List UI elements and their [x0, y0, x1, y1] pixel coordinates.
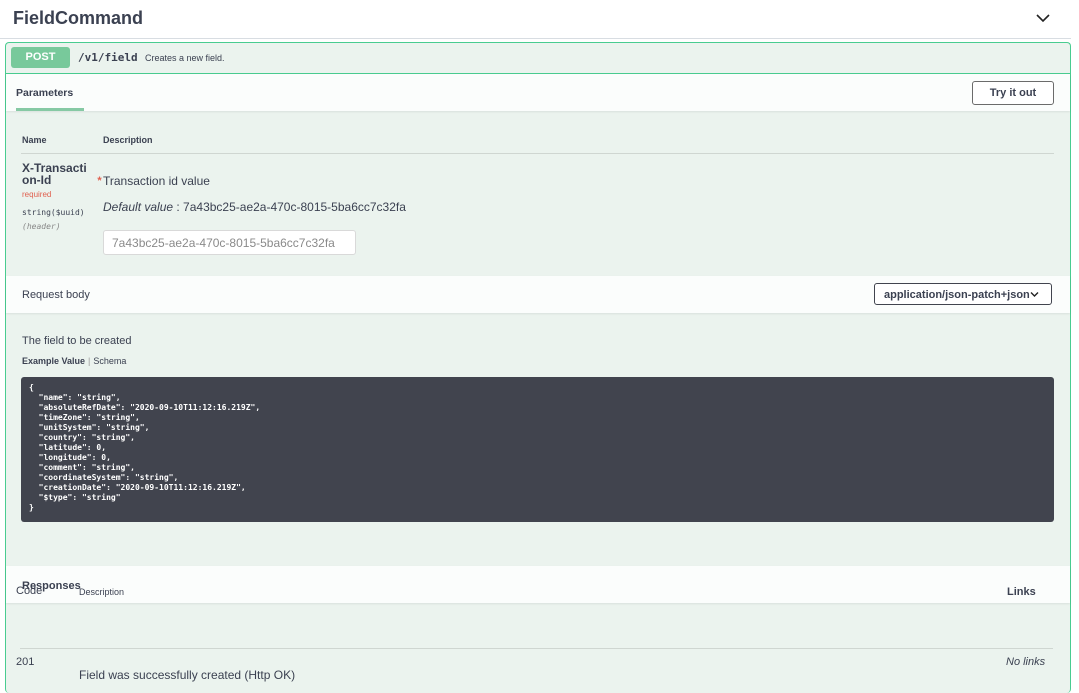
request-body-header: Request body application/json-patch+json	[6, 276, 1070, 313]
divider	[20, 648, 1053, 649]
param-default: Default value : 7a43bc25-ae2a-470c-8015-…	[103, 200, 406, 214]
operation-summary[interactable]: POST /v1/field Creates a new field.	[6, 43, 1070, 74]
col-header-code: Code	[16, 585, 43, 597]
example-schema-tabs: Example Value | Schema	[22, 356, 126, 366]
col-header-response-description: Description	[79, 587, 125, 597]
col-header-name: Name	[22, 135, 47, 145]
required-star: *	[97, 175, 102, 187]
chevron-down-icon	[1030, 292, 1039, 297]
param-location: (header)	[22, 222, 61, 231]
param-type: string($uuid)	[22, 208, 85, 217]
try-it-out-button[interactable]: Try it out	[972, 81, 1054, 105]
operation-block: POST /v1/field Creates a new field. Para…	[5, 42, 1071, 693]
col-header-links: Links	[1007, 586, 1036, 598]
example-code-block[interactable]: { "name": "string", "absoluteRefDate": "…	[21, 377, 1054, 522]
default-label: Default value	[103, 200, 174, 214]
tab-example-value[interactable]: Example Value	[22, 356, 85, 366]
response-description: Field was successfully created (Http OK)	[79, 668, 296, 682]
example-json: { "name": "string", "absoluteRefDate": "…	[29, 383, 261, 512]
tab-schema[interactable]: Schema	[93, 356, 126, 366]
tab-parameters[interactable]: Parameters	[16, 87, 73, 99]
content-type-value: application/json-patch+json	[884, 289, 1030, 301]
required-label: required	[22, 190, 52, 199]
default-value: : 7a43bc25-ae2a-470c-8015-5ba6cc7c32fa	[176, 200, 406, 214]
response-code: 201	[16, 656, 35, 668]
tag-header[interactable]: FieldCommand	[0, 0, 1071, 39]
param-description: Transaction id value	[103, 174, 210, 188]
tag-title: FieldCommand	[13, 8, 144, 28]
responses-header: Responses	[6, 566, 1070, 603]
request-body-label: Request body	[22, 289, 90, 301]
param-name: X-Transaction-Id * required	[22, 162, 102, 201]
param-name-text: X-Transaction-Id	[22, 161, 87, 187]
operation-path: /v1/field	[78, 51, 138, 64]
tab-active-indicator	[16, 108, 84, 111]
operation-summary-text: Creates a new field.	[145, 53, 225, 63]
response-links: No links	[1006, 656, 1046, 668]
request-body-description: The field to be created	[22, 335, 132, 347]
chevron-down-icon[interactable]	[1035, 12, 1051, 24]
parameters-header: Parameters Try it out	[6, 74, 1070, 111]
divider	[21, 153, 1054, 154]
content-type-select[interactable]: application/json-patch+json	[874, 283, 1052, 305]
col-header-description: Description	[103, 135, 153, 145]
method-badge: POST	[11, 47, 70, 68]
transaction-id-input[interactable]: 7a43bc25-ae2a-470c-8015-5ba6cc7c32fa	[103, 230, 356, 255]
